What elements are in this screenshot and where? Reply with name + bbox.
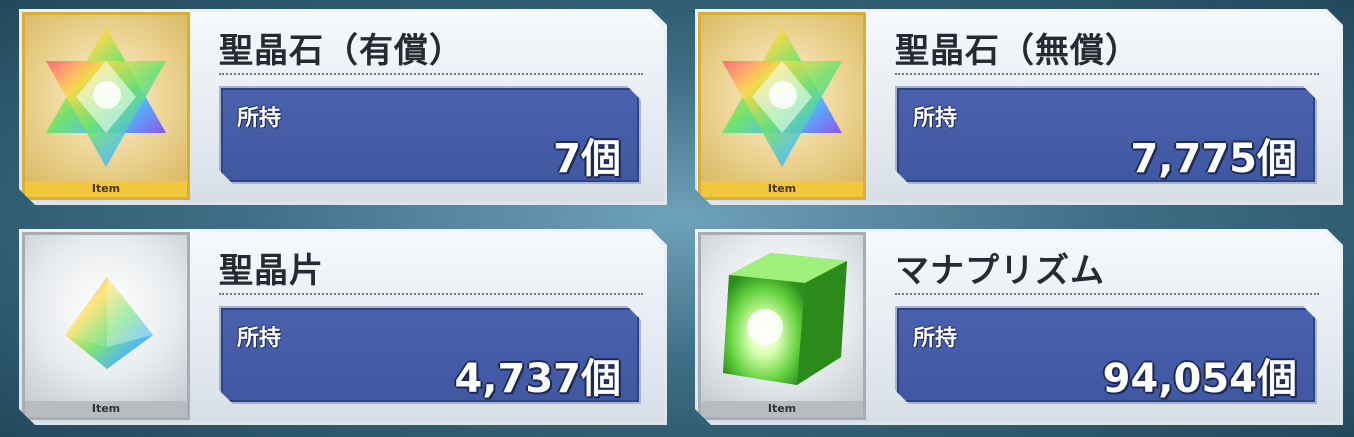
owned-label: 所持 [913, 326, 958, 351]
saint-quartz-icon [46, 27, 166, 167]
divider [219, 73, 643, 75]
divider [219, 293, 643, 295]
item-icon-frame: Item [22, 12, 190, 200]
owned-count: 7個 [553, 136, 621, 182]
item-badge: Item [701, 401, 863, 417]
owned-count: 94,054個 [1102, 356, 1297, 402]
quartz-fragment-icon [65, 277, 153, 369]
owned-count: 4,737個 [454, 356, 621, 402]
owned-panel: 所持 4,737個 [219, 306, 641, 404]
owned-panel: 所持 7個 [219, 86, 641, 184]
saint-quartz-icon [722, 27, 842, 167]
item-card-quartz-fragment[interactable]: Item 聖晶片 所持 4,737個 [19, 229, 667, 425]
item-icon-frame: Item [22, 232, 190, 420]
item-card-paid-saint-quartz[interactable]: Item 聖晶石（有償） 所持 7個 [19, 9, 667, 205]
item-card-free-saint-quartz[interactable]: Item 聖晶石（無償） 所持 7,775個 [695, 9, 1343, 205]
owned-label: 所持 [237, 106, 282, 131]
owned-label: 所持 [237, 326, 282, 351]
owned-label: 所持 [913, 106, 958, 131]
item-title: 聖晶片 [219, 251, 324, 291]
item-badge: Item [701, 181, 863, 197]
divider [895, 293, 1319, 295]
mana-prism-icon [723, 253, 847, 385]
owned-panel: 所持 7,775個 [895, 86, 1317, 184]
item-title: マナプリズム [895, 251, 1105, 291]
item-icon-frame: Item [698, 12, 866, 200]
item-title: 聖晶石（有償） [219, 31, 464, 71]
owned-count: 7,775個 [1130, 136, 1297, 182]
item-icon-frame: Item [698, 232, 866, 420]
divider [895, 73, 1319, 75]
item-badge: Item [25, 181, 187, 197]
item-card-mana-prism[interactable]: Item マナプリズム 所持 94,054個 [695, 229, 1343, 425]
item-title: 聖晶石（無償） [895, 31, 1140, 71]
owned-panel: 所持 94,054個 [895, 306, 1317, 404]
item-badge: Item [25, 401, 187, 417]
